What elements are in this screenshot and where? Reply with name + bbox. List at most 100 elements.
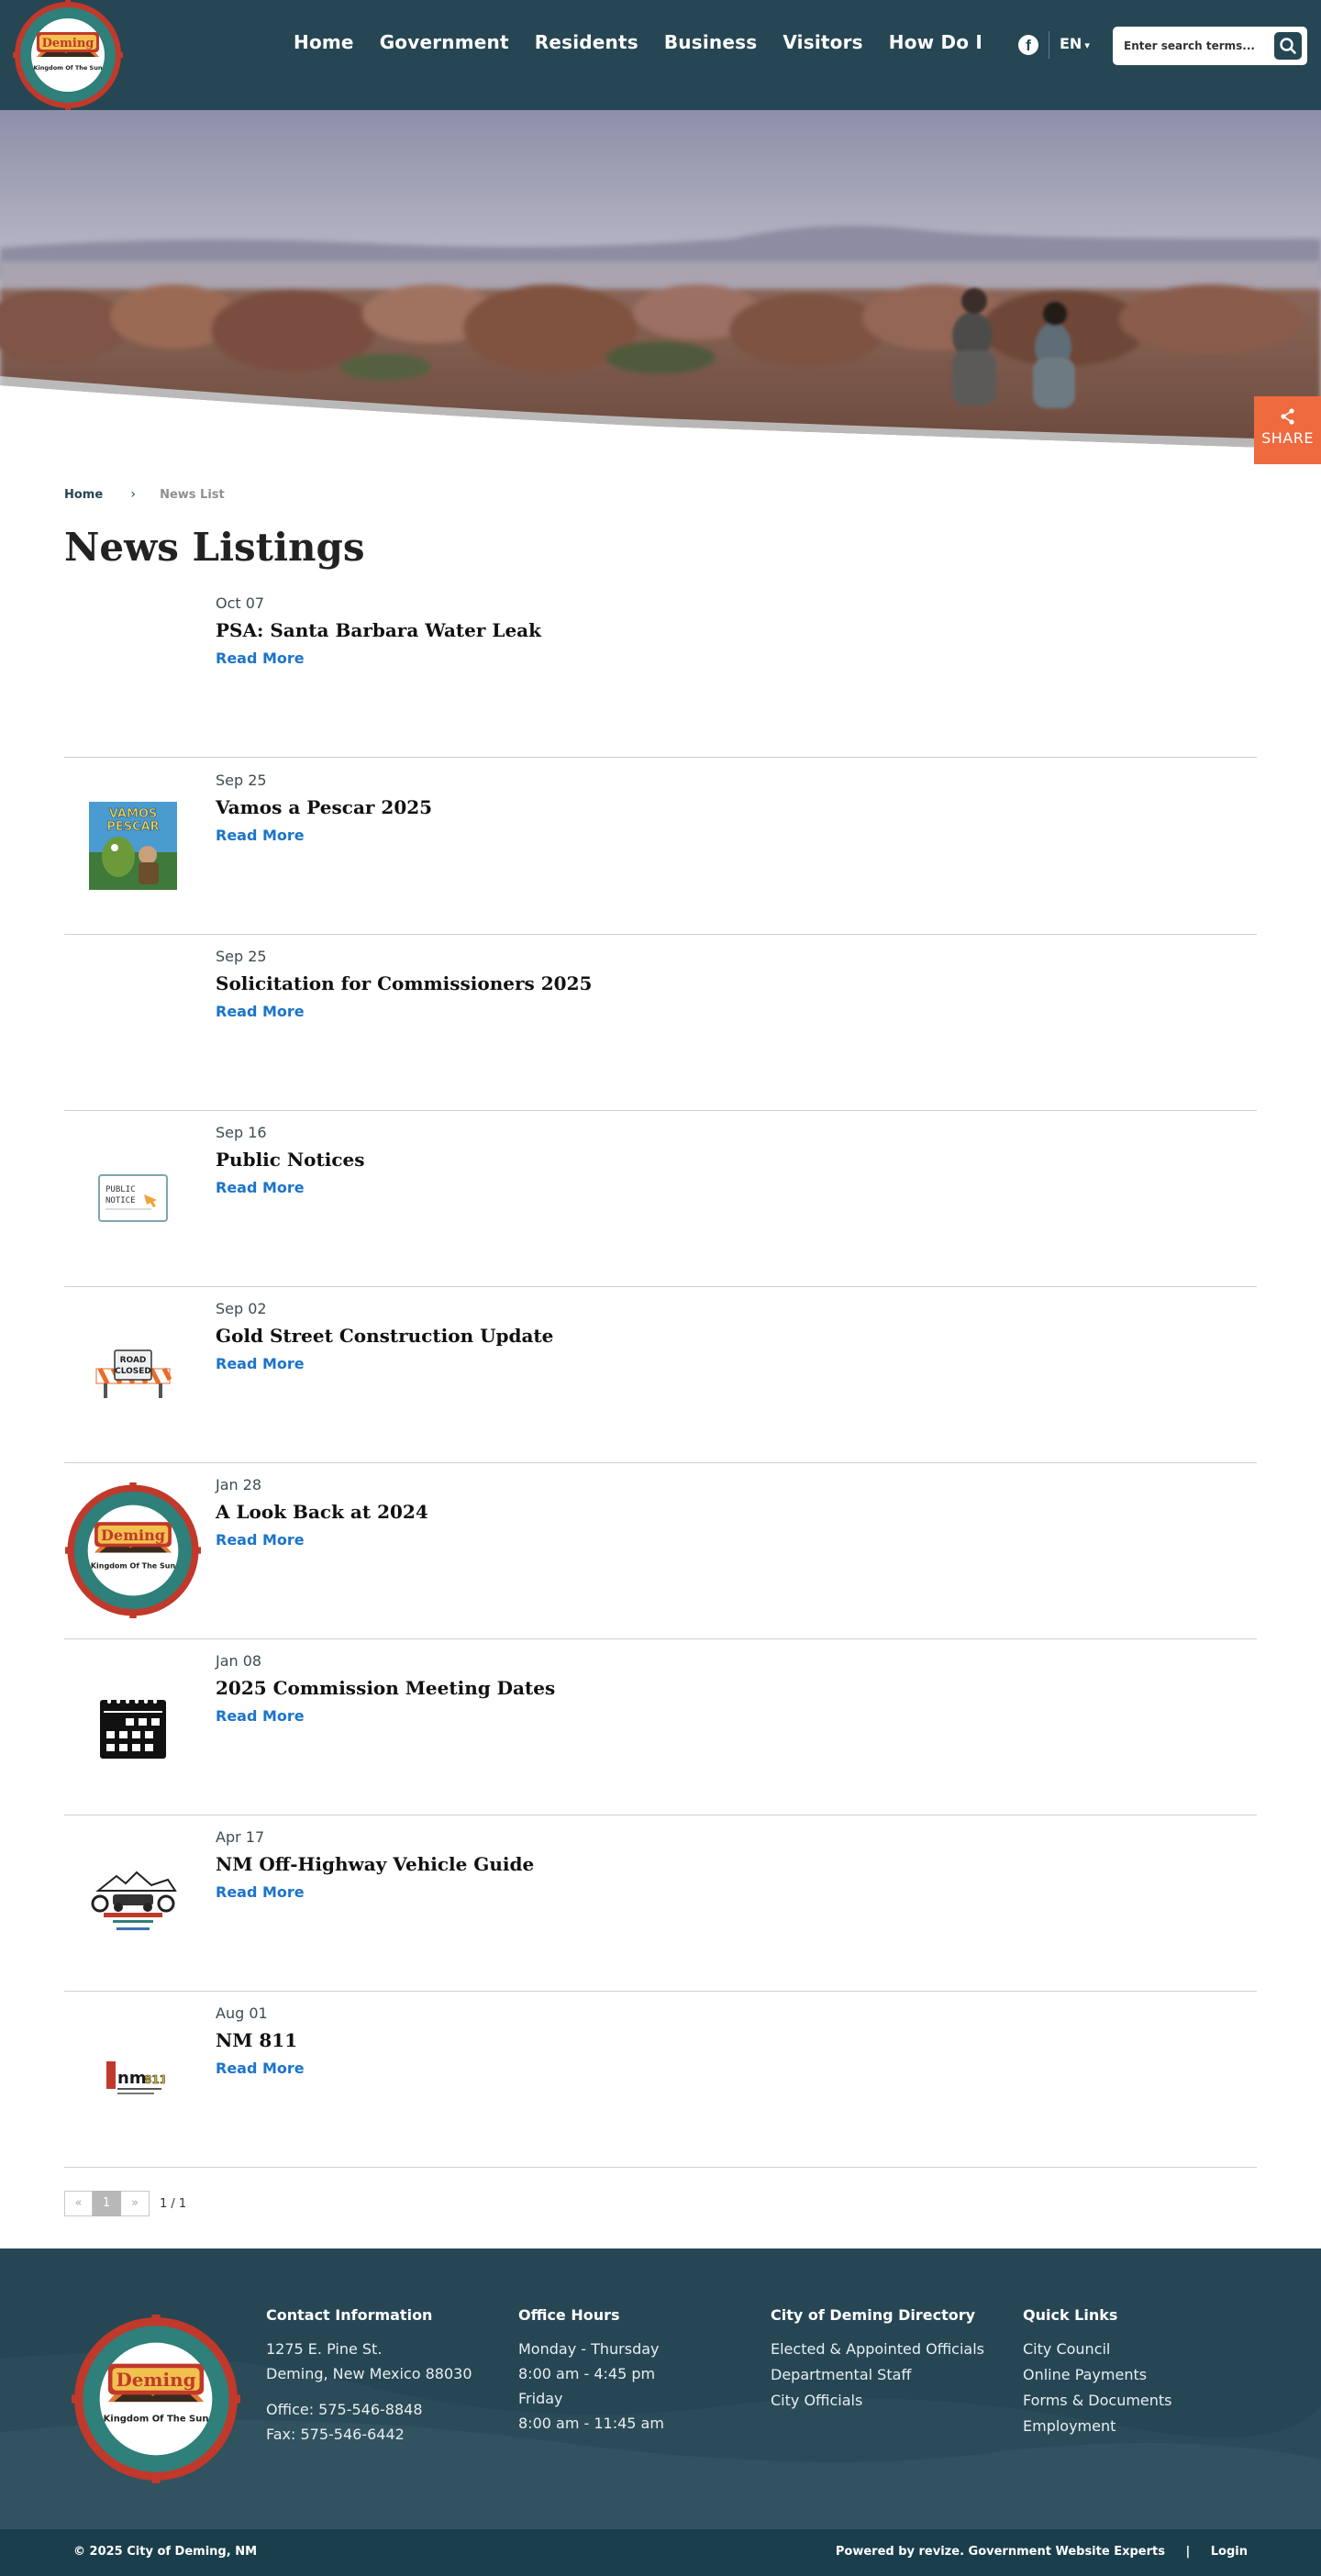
search-box [1113,27,1307,65]
language-selector[interactable]: EN ▾ [1060,35,1090,52]
news-item: Sep 25 Solicitation for Commissioners 20… [64,935,1257,1111]
deming-seal-icon: Deming Kingdom Of The Sun [13,0,123,110]
news-thumb[interactable] [64,1658,202,1795]
svg-text:Kingdom Of The Sun: Kingdom Of The Sun [91,1562,176,1571]
news-title[interactable]: NM Off-Highway Vehicle Guide [216,1853,534,1875]
news-date: Sep 25 [216,772,267,789]
facebook-icon[interactable]: f [1018,35,1038,55]
read-more-link[interactable]: Read More [216,650,305,667]
footer-link-city-officials[interactable]: City Officials [771,2388,984,2414]
public-notice-sign-image: PUBLIC NOTICE [98,1174,168,1222]
svg-text:Deming: Deming [101,1527,165,1544]
news-date: Sep 16 [216,1124,267,1141]
news-item: Deming Kingdom Of The Sun Jan 28 A Look … [64,1463,1257,1639]
footer-logo[interactable]: Deming Kingdom Of The Sun [72,2315,240,2483]
site-header: Deming Kingdom Of The Sun Home Governmen… [0,0,1321,110]
pagination-page-1[interactable]: 1 [93,2191,121,2216]
nav-government[interactable]: Government [380,31,509,53]
news-date: Jan 08 [216,1652,262,1670]
svg-text:ROAD: ROAD [120,1356,147,1365]
news-title[interactable]: NM 811 [216,2029,297,2051]
read-more-link[interactable]: Read More [216,1531,305,1549]
read-more-link[interactable]: Read More [216,2060,305,2077]
footer-link-employment[interactable]: Employment [1023,2414,1172,2439]
language-label: EN [1060,35,1082,52]
footer-address-line: 1275 E. Pine St. [266,2340,383,2358]
news-title[interactable]: Public Notices [216,1149,365,1171]
vamos-pescar-poster-image: VAMOS PESCAR [89,802,177,890]
read-more-link[interactable]: Read More [216,1355,305,1372]
news-item: ROAD CLOSED Sep 02 Gold Street Construct… [64,1287,1257,1463]
svg-text:Kingdom Of The Sun: Kingdom Of The Sun [104,2415,209,2425]
news-date: Apr 17 [216,1828,265,1846]
calendar-icon [100,1694,166,1759]
footer-link-online-payments[interactable]: Online Payments [1023,2362,1172,2388]
news-item: Jan 08 2025 Commission Meeting Dates Rea… [64,1639,1257,1815]
news-title[interactable]: Solicitation for Commissioners 2025 [216,972,592,994]
pagination-count: 1 / 1 [160,2197,187,2211]
footer-heading: Quick Links [1023,2306,1118,2324]
footer-link-elected-officials[interactable]: Elected & Appointed Officials [771,2337,984,2362]
read-more-link[interactable]: Read More [216,1179,305,1196]
breadcrumb-home[interactable]: Home [64,488,103,502]
footer-link-city-council[interactable]: City Council [1023,2337,1172,2362]
powered-by-link[interactable]: Powered by revize. Government Website Ex… [836,2545,1165,2559]
read-more-link[interactable]: Read More [216,1003,305,1020]
footer-link-departmental-staff[interactable]: Departmental Staff [771,2362,984,2388]
news-thumb[interactable] [64,1834,202,1971]
chevron-down-icon: ▾ [1084,39,1090,51]
nav-residents[interactable]: Residents [535,31,638,53]
news-date: Sep 02 [216,1300,267,1317]
search-button[interactable] [1274,32,1302,60]
footer-hours: Office Hours Monday - Thursday 8:00 am -… [518,2306,664,2436]
news-title[interactable]: PSA: Santa Barbara Water Leak [216,619,541,641]
footer-heading: Contact Information [266,2306,433,2324]
news-item: Oct 07 PSA: Santa Barbara Water Leak Rea… [64,582,1257,758]
svg-text:PUBLIC: PUBLIC [105,1185,136,1194]
svg-text:811: 811 [144,2073,165,2086]
news-thumb-empty [64,600,202,738]
share-button[interactable]: SHARE [1254,396,1321,464]
news-title[interactable]: 2025 Commission Meeting Dates [216,1677,555,1699]
read-more-link[interactable]: Read More [216,827,305,844]
svg-text:PESCAR: PESCAR [106,820,159,834]
hero-landscape-image [0,110,1321,450]
news-date: Aug 01 [216,2004,268,2022]
footer-quick-links: Quick Links City Council Online Payments… [1023,2306,1172,2439]
news-date: Oct 07 [216,594,265,612]
pagination: « 1 » [64,2191,150,2216]
news-title[interactable]: A Look Back at 2024 [216,1501,428,1523]
news-thumb[interactable]: PUBLIC NOTICE [64,1129,202,1267]
nm811-logo-image: nm 811 [106,2061,165,2094]
news-title[interactable]: Vamos a Pescar 2025 [216,796,432,818]
news-thumb[interactable]: VAMOS PESCAR [64,777,202,915]
footer-link-forms-documents[interactable]: Forms & Documents [1023,2388,1172,2414]
city-logo[interactable]: Deming Kingdom Of The Sun [13,0,123,110]
logo-text: Deming [42,37,94,50]
footer-fax: Fax: 575-546-6442 [266,2426,405,2443]
news-date: Sep 25 [216,948,267,965]
share-icon [1280,408,1294,425]
nav-how-do-i[interactable]: How Do I [889,31,982,53]
nav-visitors[interactable]: Visitors [783,31,862,53]
footer-heading: City of Deming Directory [771,2306,976,2324]
page-title: News Listings [64,525,365,570]
news-title[interactable]: Gold Street Construction Update [216,1325,553,1347]
read-more-link[interactable]: Read More [216,1707,305,1725]
chevron-right-icon: › [130,487,136,502]
nav-business[interactable]: Business [664,31,757,53]
login-link[interactable]: Login [1211,2545,1248,2559]
news-date: Jan 28 [216,1476,262,1493]
pagination-next[interactable]: » [121,2191,150,2216]
read-more-link[interactable]: Read More [216,1883,305,1901]
news-thumb[interactable]: ROAD CLOSED [64,1305,202,1443]
search-input[interactable] [1124,27,1261,65]
news-thumb[interactable]: Deming Kingdom Of The Sun [64,1482,202,1619]
pagination-prev[interactable]: « [64,2191,93,2216]
nav-home[interactable]: Home [294,31,354,53]
deming-seal-icon: Deming Kingdom Of The Sun [65,1482,201,1618]
news-thumb[interactable]: nm 811 [64,2010,202,2148]
footer-heading: Office Hours [518,2306,620,2324]
svg-text:VAMOS: VAMOS [109,807,158,821]
footer-bottom-bar: © 2025 City of Deming, NM Powered by rev… [0,2529,1321,2576]
